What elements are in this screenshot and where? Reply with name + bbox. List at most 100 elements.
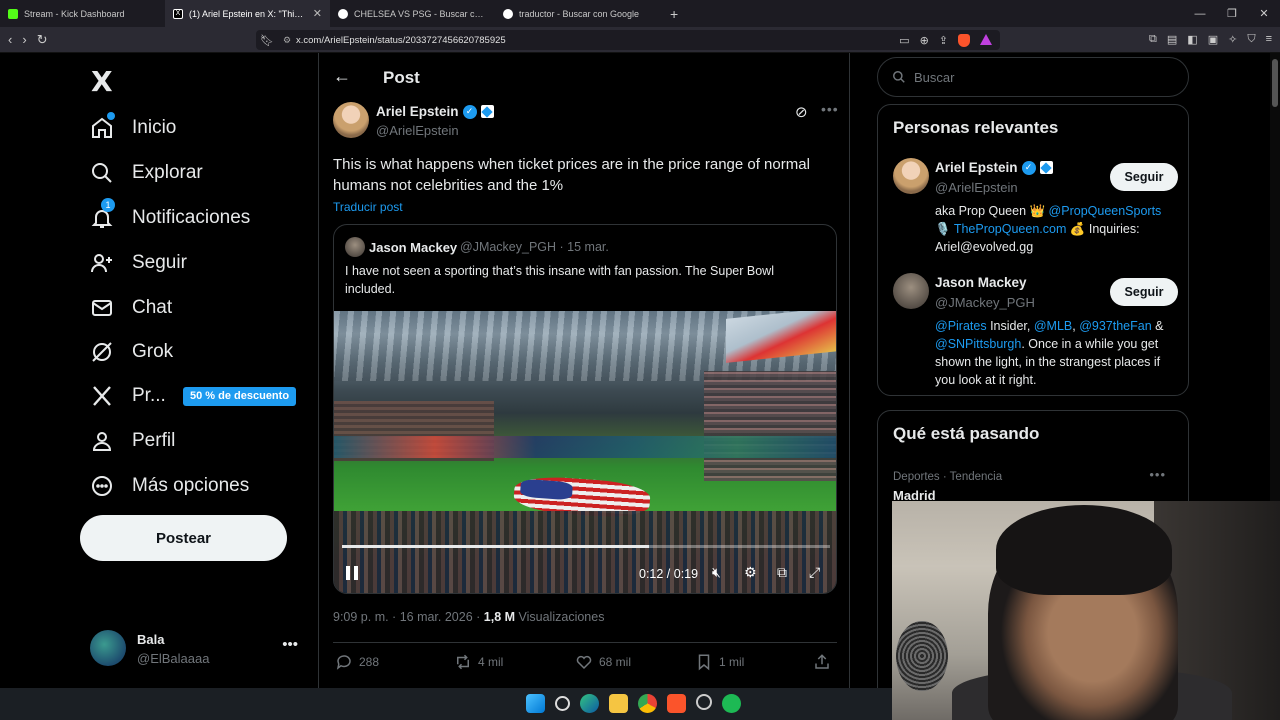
- minimize-icon[interactable]: —: [1184, 8, 1216, 20]
- chrome-icon[interactable]: [638, 694, 657, 713]
- author-handle[interactable]: @ArielEpstein: [376, 123, 459, 138]
- bio-link[interactable]: @SNPittsburgh: [935, 337, 1021, 351]
- account-switcher[interactable]: Bala @ElBalaaaa •••: [90, 628, 308, 668]
- post-text: This is what happens when ticket prices …: [333, 156, 810, 194]
- video-progress-bar[interactable]: [342, 545, 830, 548]
- scrollbar-thumb[interactable]: [1272, 59, 1278, 107]
- sidebar-item-label: Pr...: [132, 385, 166, 406]
- sidebar-item-notificaciones[interactable]: 1 Notificaciones: [90, 196, 250, 240]
- sidebar-item-grok[interactable]: Grok: [90, 330, 173, 374]
- share-button[interactable]: [813, 653, 831, 671]
- tab-ariel-epstein-post[interactable]: X (1) Ariel Epstein en X: "This is wh ✕: [165, 0, 330, 27]
- left-sidebar: X Inicio Explorar 1 Notificaciones Segui…: [0, 53, 318, 720]
- settings-gear-icon[interactable]: ⚙︎: [744, 564, 757, 581]
- sidebar-item-label: Notificaciones: [132, 207, 251, 228]
- close-window-icon[interactable]: ✕: [1248, 7, 1280, 20]
- repost-icon: [457, 654, 469, 670]
- avatar: [90, 630, 126, 666]
- post-more-icon[interactable]: •••: [821, 101, 839, 117]
- bio-link[interactable]: @937theFan: [1079, 319, 1151, 333]
- address-bar[interactable]: 🔖︎ ⚙︎ x.com/ArielEpstein/status/20337274…: [256, 30, 1000, 50]
- tab-kick-dashboard[interactable]: Stream - Kick Dashboard: [0, 0, 165, 27]
- reply-button[interactable]: 288: [335, 653, 379, 671]
- spotify-icon[interactable]: [722, 694, 741, 713]
- author-avatar[interactable]: [333, 102, 369, 138]
- zoom-icon[interactable]: ⊕: [920, 34, 929, 47]
- trend-category[interactable]: Deportes · Tendencia: [893, 471, 1002, 483]
- account-handle: @ElBalaaaa: [137, 651, 210, 666]
- picture-in-picture-icon[interactable]: ⧉: [777, 564, 787, 581]
- post-timestamp[interactable]: 9:09 p. m. · 16 mar. 2026 ·: [333, 610, 484, 624]
- sidebar-item-perfil[interactable]: Perfil: [90, 419, 175, 463]
- back-arrow-icon[interactable]: ←: [333, 66, 351, 87]
- video-player[interactable]: 0:12 / 0:19 🔇︎ ⚙︎ ⧉ ⤢: [334, 311, 836, 593]
- wallet-card-icon[interactable]: ▣: [1208, 33, 1218, 46]
- mute-icon[interactable]: 🔇︎: [712, 564, 721, 581]
- bio-link[interactable]: @MLB: [1034, 319, 1072, 333]
- google-favicon-icon: [503, 8, 513, 19]
- bio-link[interactable]: ThePropQueen.com: [954, 222, 1067, 236]
- share-icon: [815, 654, 829, 669]
- sidebar-item-seguir[interactable]: Seguir: [90, 241, 187, 285]
- trend-more-icon[interactable]: •••: [1149, 467, 1166, 482]
- close-tab-icon[interactable]: ✕: [313, 7, 322, 20]
- bookmark-button[interactable]: 1 mil: [695, 653, 744, 671]
- grok-explain-icon[interactable]: ⊘: [795, 103, 808, 121]
- quoted-post[interactable]: Jason Mackey @JMackey_PGH · 15 mar. I ha…: [333, 224, 837, 594]
- sidebar-item-mas-opciones[interactable]: Más opciones: [90, 464, 249, 508]
- translate-post-link[interactable]: Traducir post: [333, 200, 403, 214]
- person-name: Ariel Epstein ✓: [935, 160, 1053, 175]
- leo-ai-icon[interactable]: ✧: [1228, 33, 1237, 46]
- person-ariel-epstein[interactable]: Ariel Epstein ✓ @ArielEpstein Seguir aka…: [893, 158, 1178, 258]
- views-label: Visualizaciones: [515, 610, 605, 624]
- brave-shields-icon[interactable]: [958, 33, 970, 47]
- brave-browser-icon[interactable]: [667, 694, 686, 713]
- verified-badge-icon: ✓: [1021, 160, 1036, 175]
- wallet-icon[interactable]: ▤: [1167, 33, 1177, 46]
- taskbar-search-icon[interactable]: [555, 696, 570, 711]
- follow-button[interactable]: Seguir: [1110, 278, 1178, 306]
- affiliate-badge-icon: [1039, 161, 1053, 174]
- share-icon[interactable]: ⇪: [939, 34, 948, 47]
- site-info-icon[interactable]: ⚙︎: [278, 35, 296, 46]
- brave-rewards-icon[interactable]: [980, 33, 992, 45]
- x-logo-icon[interactable]: X: [91, 65, 113, 98]
- author-name-text[interactable]: Ariel Epstein: [376, 104, 459, 119]
- forward-icon[interactable]: ›: [22, 32, 26, 48]
- video-progress-fill: [342, 545, 650, 548]
- sidebar-item-explorar[interactable]: Explorar: [90, 151, 203, 195]
- tab-chelsea-psg-search[interactable]: CHELSEA VS PSG - Buscar con Googl: [330, 0, 495, 27]
- windows-start-icon[interactable]: [526, 694, 545, 713]
- new-tab-icon[interactable]: +: [660, 6, 688, 22]
- sidebar-item-inicio[interactable]: Inicio: [90, 106, 176, 150]
- url-text[interactable]: x.com/ArielEpstein/status/20337274566207…: [296, 35, 899, 46]
- bio-link[interactable]: @PropQueenSports: [1049, 204, 1162, 218]
- premium-discount-badge[interactable]: 50 % de descuento: [183, 387, 297, 406]
- vpn-icon[interactable]: ⛉: [1247, 33, 1255, 46]
- cast-icon[interactable]: ▭: [899, 34, 909, 47]
- more-icon[interactable]: •••: [282, 636, 298, 653]
- menu-icon[interactable]: ≡: [1266, 33, 1272, 46]
- repost-button[interactable]: 4 mil: [454, 653, 503, 671]
- file-explorer-icon[interactable]: [609, 694, 628, 713]
- search-input[interactable]: Buscar: [877, 57, 1189, 97]
- follow-button[interactable]: Seguir: [1110, 163, 1178, 191]
- restore-icon[interactable]: ❐: [1216, 7, 1248, 20]
- bio-link[interactable]: @Pirates: [935, 319, 987, 333]
- tab-traductor-search[interactable]: traductor - Buscar con Google: [495, 0, 660, 27]
- sidebar-toggle-icon[interactable]: ◧: [1187, 33, 1197, 46]
- extensions-icon[interactable]: ⧉: [1149, 33, 1157, 46]
- pause-icon[interactable]: [346, 566, 360, 580]
- reload-icon[interactable]: ↻: [37, 32, 48, 48]
- post-button[interactable]: Postear: [80, 515, 287, 561]
- app-icon[interactable]: [696, 694, 712, 710]
- edge-icon[interactable]: [580, 694, 599, 713]
- sidebar-item-premium[interactable]: Pr...: [90, 374, 166, 418]
- bookmark-icon[interactable]: 🔖︎: [256, 34, 278, 47]
- back-icon[interactable]: ‹: [8, 32, 12, 48]
- like-button[interactable]: 68 mil: [575, 653, 631, 671]
- sidebar-item-chat[interactable]: Chat: [90, 286, 172, 330]
- fullscreen-icon[interactable]: ⤢: [809, 564, 820, 581]
- author-name[interactable]: Ariel Epstein ✓: [376, 104, 494, 119]
- person-jason-mackey[interactable]: Jason Mackey @JMackey_PGH Seguir @Pirate…: [893, 273, 1178, 388]
